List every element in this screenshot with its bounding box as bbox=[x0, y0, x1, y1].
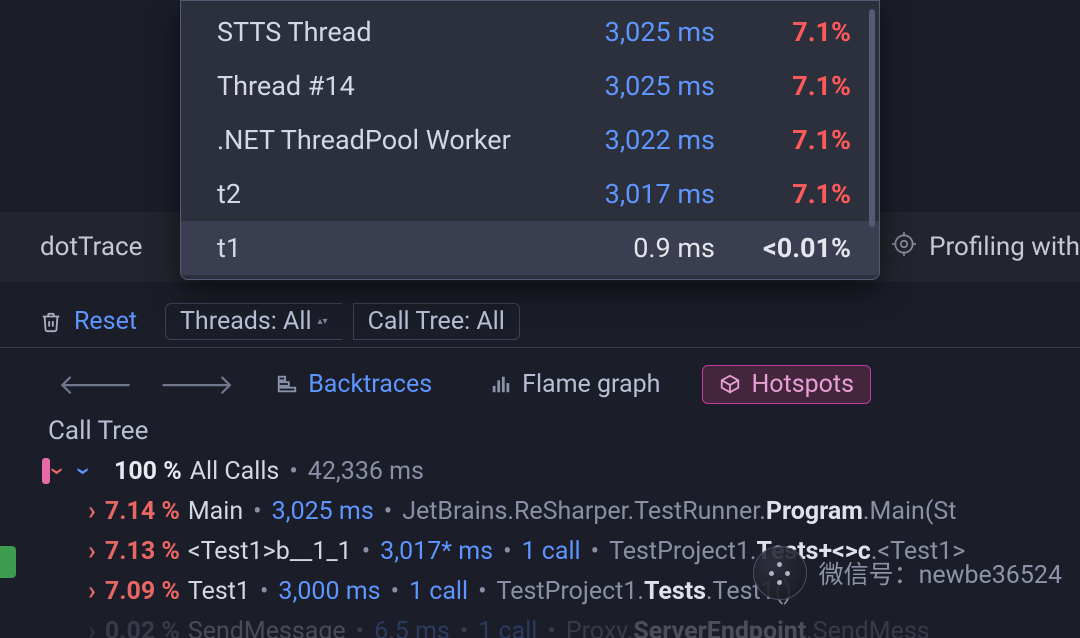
target-icon bbox=[891, 231, 917, 264]
nav-back-icon[interactable]: 🡐 bbox=[58, 367, 133, 401]
row-name: Main bbox=[188, 497, 243, 526]
view-hotspots-label: Hotspots bbox=[751, 370, 854, 399]
dropdown-item-ms: 0.9 ms bbox=[571, 232, 731, 264]
row-tail: Proxy.ServerEndpoint.SendMess bbox=[566, 617, 930, 638]
view-backtraces[interactable]: Backtraces bbox=[260, 366, 448, 403]
reset-button[interactable]: Reset bbox=[74, 307, 137, 336]
toolbar: Reset Threads: All ▴▾ Call Tree: All bbox=[0, 296, 1080, 348]
calltree-header: Call Tree bbox=[48, 416, 148, 446]
nav-forward-icon[interactable]: 🡒 bbox=[159, 367, 234, 401]
flame-icon bbox=[490, 373, 512, 395]
dropdown-item-name: t2 bbox=[217, 178, 571, 210]
row-calls: 1 call bbox=[478, 617, 537, 638]
dropdown-item-pct: 7.1% bbox=[731, 124, 851, 156]
chevron-right-icon[interactable] bbox=[86, 496, 98, 526]
view-row: 🡐 🡒 Backtraces Flame graph Hotspots bbox=[0, 356, 1080, 412]
chevron-down-icon[interactable] bbox=[52, 456, 64, 486]
dropdown-item-pct: 7.1% bbox=[731, 70, 851, 102]
tree-row-root[interactable]: 100 % All Calls • 42,336 ms bbox=[0, 452, 1080, 490]
dropdown-item-pct: <0.01% bbox=[731, 232, 851, 264]
root-name: All Calls bbox=[190, 457, 280, 486]
calltree-filter[interactable]: Call Tree: All bbox=[353, 303, 520, 340]
row-calls: 1 call bbox=[409, 577, 468, 606]
threads-filter[interactable]: Threads: All ▴▾ bbox=[165, 303, 342, 340]
dropdown-item-ms: 3,017 ms bbox=[571, 178, 731, 210]
trash-icon[interactable] bbox=[40, 310, 62, 334]
dropdown-item[interactable]: STTS Thread 3,025 ms 7.1% bbox=[181, 5, 879, 59]
row-ms: 6.5 ms bbox=[374, 617, 450, 638]
row-pct: 7.13 % bbox=[98, 537, 188, 566]
row-calls: 1 call bbox=[522, 537, 581, 566]
dropdown-item-pct: 7.1% bbox=[731, 178, 851, 210]
dropdown-item-ms: 3,022 ms bbox=[571, 124, 731, 156]
tree-row[interactable]: 0.02 % SendMessage • 6.5 ms • 1 call • P… bbox=[0, 612, 1080, 638]
calltree-filter-label: Call Tree: All bbox=[368, 307, 505, 336]
row-name: <Test1>b__1_1 bbox=[188, 537, 352, 566]
row-pct: 7.14 % bbox=[98, 497, 188, 526]
row-pct: 0.02 % bbox=[98, 617, 188, 638]
view-hotspots[interactable]: Hotspots bbox=[702, 365, 871, 404]
threads-dropdown[interactable]: STTS Thread 3,025 ms 7.1% Thread #14 3,0… bbox=[180, 0, 880, 280]
view-flame-label: Flame graph bbox=[522, 370, 660, 399]
tree-row[interactable]: 7.14 % Main • 3,025 ms • JetBrains.ReSha… bbox=[0, 492, 1080, 530]
chevron-right-icon[interactable] bbox=[86, 616, 98, 638]
hotspots-icon bbox=[719, 373, 741, 395]
dropdown-item-name: .NET ThreadPool Worker bbox=[217, 124, 571, 156]
row-name: Test1 bbox=[188, 577, 250, 606]
row-tail: TestProject1.Tests.Test1() bbox=[497, 577, 792, 606]
chevron-right-icon[interactable] bbox=[86, 576, 98, 606]
dropdown-item[interactable]: Thread #14 3,025 ms 7.1% bbox=[181, 59, 879, 113]
row-ms: 3,025 ms bbox=[272, 497, 374, 526]
dropdown-item-name: Thread #14 bbox=[217, 70, 571, 102]
call-tree: 100 % All Calls • 42,336 ms 7.14 % Main … bbox=[0, 452, 1080, 638]
row-ms: 3,017* ms bbox=[380, 537, 493, 566]
wechat-icon bbox=[753, 546, 807, 600]
row-tail: JetBrains.ReSharper.TestRunner.Program.M… bbox=[402, 497, 956, 526]
view-flame[interactable]: Flame graph bbox=[474, 366, 676, 403]
dropdown-item-name: STTS Thread bbox=[217, 16, 571, 48]
threads-filter-label: Threads: All bbox=[180, 307, 312, 336]
row-pct: 7.09 % bbox=[98, 577, 188, 606]
dropdown-item[interactable]: .NET ThreadPool Worker 3,022 ms 7.1% bbox=[181, 113, 879, 167]
dropdown-item-ms: 3,025 ms bbox=[571, 70, 731, 102]
chevron-down-icon[interactable] bbox=[78, 456, 90, 486]
tab-dottrace[interactable]: dotTrace bbox=[40, 232, 142, 262]
gutter-marker bbox=[0, 546, 16, 578]
row-name: SendMessage bbox=[188, 617, 346, 638]
watermark-label: 微信号 bbox=[819, 561, 894, 590]
dropdown-item-pct: 7.1% bbox=[731, 16, 851, 48]
sort-icon: ▴▾ bbox=[318, 318, 328, 326]
backtraces-icon bbox=[276, 373, 298, 395]
chevron-right-icon[interactable] bbox=[86, 536, 98, 566]
dropdown-item-name: t1 bbox=[217, 232, 571, 264]
view-backtraces-label: Backtraces bbox=[308, 370, 432, 399]
watermark: 微信号：newbe36524 bbox=[753, 546, 1062, 600]
root-pct: 100 % bbox=[100, 457, 190, 486]
dropdown-item-selected[interactable]: t1 0.9 ms <0.01% bbox=[181, 221, 879, 275]
tab-profiling-label: Profiling with bbox=[929, 232, 1080, 262]
dropdown-item-ms: 3,025 ms bbox=[571, 16, 731, 48]
root-ms: 42,336 ms bbox=[308, 457, 424, 486]
dropdown-item[interactable]: t2 3,017 ms 7.1% bbox=[181, 167, 879, 221]
row-ms: 3,000 ms bbox=[278, 577, 380, 606]
dot-sep: • bbox=[279, 457, 307, 486]
tab-profiling[interactable]: Profiling with bbox=[891, 231, 1080, 264]
watermark-value: newbe36524 bbox=[919, 561, 1062, 590]
